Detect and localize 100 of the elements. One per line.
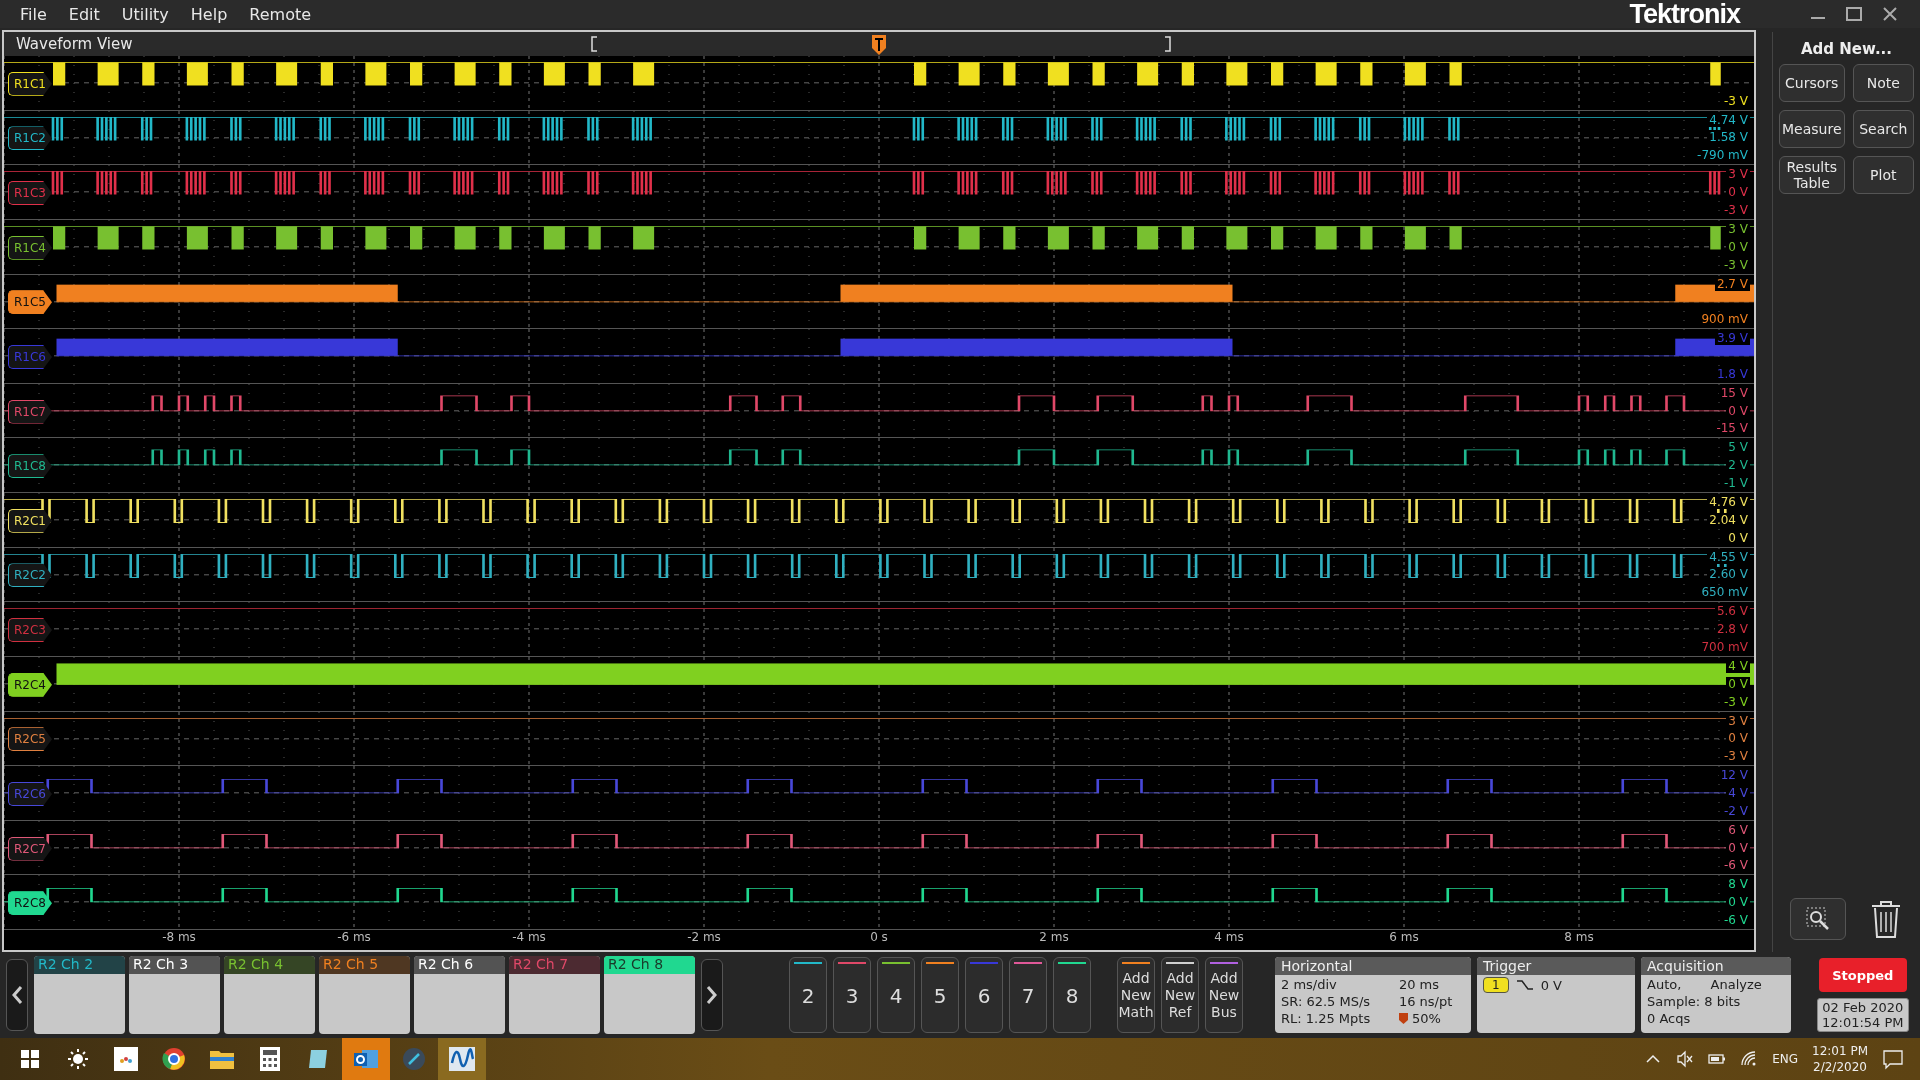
add-new-button[interactable]: Measure [1779, 110, 1845, 148]
channel-label[interactable]: R2C8 [8, 891, 52, 916]
scale-label: 700 mV [1699, 639, 1750, 654]
taskbar-clock[interactable]: 12:01 PM 2/2/2020 [1812, 1043, 1868, 1075]
horizontal-panel[interactable]: Horizontal 2 ms/div 20 ms SR: 62.5 MS/s 16 ns/pt RL: 1.25 Mpts 50% [1275, 957, 1471, 1033]
channel-label[interactable]: R2C5 [8, 727, 52, 752]
channel-button[interactable]: 2 [789, 957, 827, 1033]
scroll-left-button[interactable] [6, 959, 28, 1031]
panel-title: Trigger [1477, 957, 1635, 975]
time-axis-label: -6 ms [337, 930, 371, 946]
channel-label[interactable]: R1C5 [8, 290, 52, 315]
menu-item[interactable]: Help [182, 2, 242, 26]
bracket-icon[interactable] [590, 36, 599, 52]
scale-label: 0 V [1726, 840, 1750, 855]
menu-item[interactable]: Utility [113, 2, 183, 26]
analyze-label: Analyze [1710, 976, 1763, 993]
waveform-app-icon[interactable] [438, 1038, 486, 1080]
add-new-button[interactable]: Add New Bus [1205, 957, 1243, 1033]
time-axis-label: 4 ms [1214, 930, 1244, 946]
speaker-muted-icon[interactable] [1676, 1050, 1695, 1068]
trigger-level: 0 V [1540, 977, 1562, 993]
channel-label[interactable]: R1C4 [8, 235, 52, 260]
trigger-source: 1 [1483, 977, 1509, 993]
zoom-button[interactable] [1790, 898, 1847, 940]
trigger-position-icon [1398, 1013, 1408, 1024]
scale-label: -2 V [1722, 803, 1750, 818]
channel-button[interactable]: 5 [921, 957, 959, 1033]
channel-tab[interactable]: R2 Ch 2 [34, 956, 125, 1034]
channel-button[interactable]: 8 [1053, 957, 1091, 1033]
channel-label[interactable]: R1C1 [8, 71, 52, 96]
scale-label: -6 V [1722, 913, 1750, 927]
mail-icon[interactable] [342, 1038, 390, 1080]
bracket-icon[interactable] [1164, 36, 1173, 52]
scale-label: -3 V [1722, 93, 1750, 108]
channel-tab[interactable]: R2 Ch 3 [129, 956, 220, 1034]
menu-item[interactable]: Remote [241, 2, 326, 26]
channel-tab[interactable]: R2 Ch 6 [414, 956, 505, 1034]
add-new-button[interactable]: Note [1852, 64, 1914, 102]
scale-label: -1 V [1722, 476, 1750, 490]
menu-item[interactable]: Edit [60, 2, 114, 26]
channel-button[interactable]: 7 [1009, 957, 1047, 1033]
add-new-button[interactable]: Plot [1852, 156, 1914, 194]
sample-rate: SR: 62.5 MS/s [1281, 993, 1372, 1010]
channel-button[interactable]: 3 [833, 957, 871, 1033]
scale-label: 0 V [1726, 530, 1750, 545]
resolution: 16 ns/pt [1398, 993, 1454, 1010]
channel-label[interactable]: R2C1 [8, 508, 52, 533]
add-new-button[interactable]: Add New Math [1117, 957, 1155, 1033]
channel-label[interactable]: R2C2 [8, 563, 52, 588]
scale-label: 15 V [1718, 385, 1750, 400]
scale-label: 3.9 V [1714, 331, 1750, 346]
panel-title: Acquisition [1641, 957, 1791, 975]
add-new-button[interactable]: Cursors [1779, 64, 1845, 102]
add-new-button[interactable]: Add New Ref [1161, 957, 1199, 1033]
time-axis-label: -4 ms [512, 930, 546, 946]
add-new-button[interactable]: Search [1852, 110, 1914, 148]
scale-label: 0 V [1726, 403, 1750, 418]
channel-tab[interactable]: R2 Ch 5 [319, 956, 410, 1034]
language-indicator[interactable]: ENG [1772, 1052, 1798, 1066]
restore-icon[interactable] [1844, 4, 1864, 24]
trigger-marker-icon[interactable] [871, 34, 887, 56]
channel-tab[interactable]: R2 Ch 4 [224, 956, 315, 1034]
time-text: 12:01:54 PM [1822, 1015, 1904, 1030]
scale-label: 2.04 V [1707, 512, 1750, 527]
acquisition-mode: Auto, [1647, 976, 1683, 993]
scroll-right-button[interactable] [701, 959, 723, 1031]
channel-label[interactable]: R1C2 [8, 126, 52, 151]
duration: 20 ms [1398, 976, 1440, 993]
chevron-left-icon [11, 985, 23, 1005]
channel-label[interactable]: R2C4 [8, 672, 52, 697]
panel-title: Add New... [1800, 39, 1893, 60]
time-axis-label: 0 s [870, 930, 888, 946]
scale-label: 4 V [1726, 785, 1750, 800]
scale-label: -3 V [1722, 257, 1750, 272]
channel-button[interactable]: 4 [877, 957, 915, 1033]
channel-label[interactable]: R1C3 [8, 181, 52, 206]
scale-label: 4.76 V [1707, 495, 1750, 509]
scale-label: -3 V [1722, 694, 1750, 709]
scale-label: 2.7 V [1714, 276, 1750, 291]
view-title: Waveform View [15, 35, 133, 53]
time-scale: 2 ms/div [1281, 976, 1338, 993]
scale-label: 3 V [1726, 713, 1750, 728]
menu-item[interactable]: File [12, 2, 61, 26]
channel-label[interactable]: R2C3 [8, 618, 52, 643]
scale-label: 4 V [1726, 658, 1750, 673]
scale-label: 4.74 V [1707, 112, 1750, 127]
falling-edge-icon [1516, 979, 1533, 991]
acquisition-panel[interactable]: Acquisition Auto, Analyze Sample: 8 bits 0 Acqs [1641, 957, 1791, 1033]
chevron-right-icon [706, 985, 718, 1005]
scale-label: 0 V [1726, 239, 1750, 254]
channel-label[interactable]: R1C7 [8, 399, 52, 424]
notification-icon[interactable] [1882, 1048, 1904, 1070]
trigger-panel[interactable]: Trigger 1 0 V [1477, 957, 1635, 1033]
scale-label: 6 V [1726, 822, 1750, 837]
channel-button[interactable]: 6 [965, 957, 1003, 1033]
channel-label[interactable]: R2C7 [8, 836, 52, 861]
add-new-button[interactable]: Results Table [1779, 156, 1845, 194]
run-stop-button[interactable]: Stopped [1818, 958, 1907, 992]
channel-label[interactable]: R1C8 [8, 454, 52, 479]
channel-tab[interactable]: R2 Ch 8 [604, 956, 695, 1034]
